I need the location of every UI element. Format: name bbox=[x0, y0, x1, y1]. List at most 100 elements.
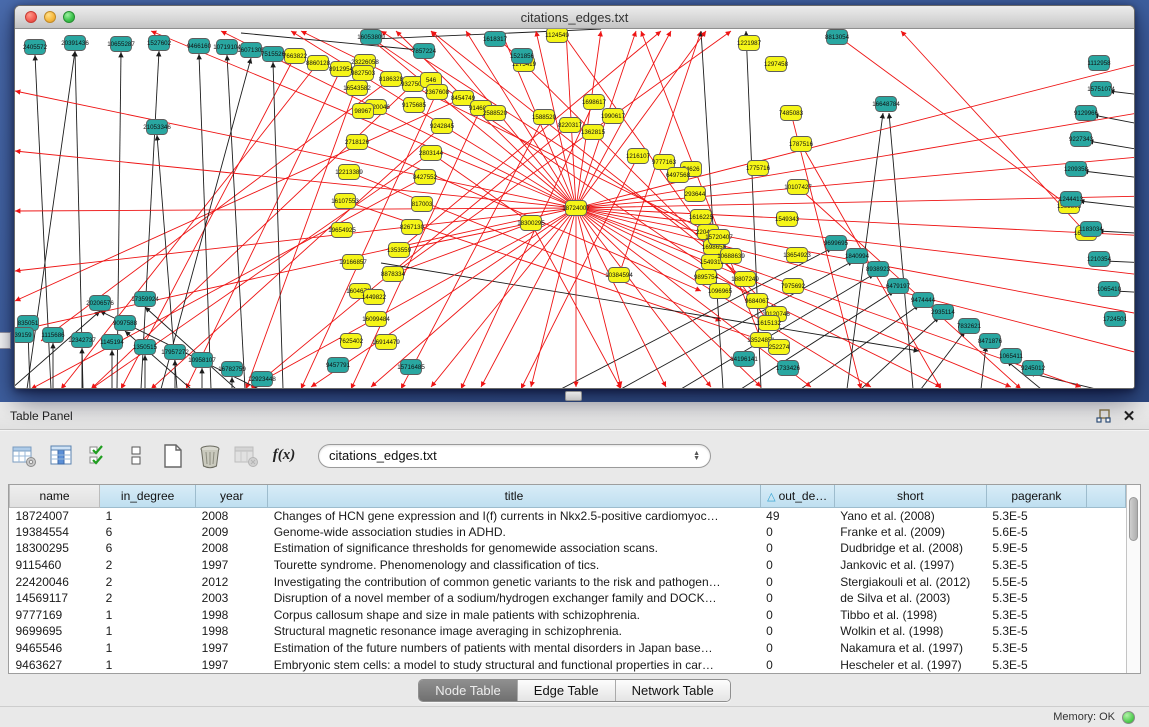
table-row[interactable]: 1938455462009Genome-wide association stu… bbox=[10, 524, 1126, 541]
zoom-window-button[interactable] bbox=[63, 11, 75, 23]
table-cell[interactable]: Estimation of the future numbers of pati… bbox=[268, 640, 760, 657]
table-cell[interactable]: 5.3E-5 bbox=[986, 640, 1086, 657]
table-cell[interactable]: 1998 bbox=[196, 623, 268, 640]
table-cell[interactable]: Genome-wide association studies in ADHD. bbox=[268, 524, 760, 541]
table-cell[interactable]: 9699695 bbox=[10, 623, 100, 640]
column-header-name[interactable]: name bbox=[10, 485, 100, 507]
table-cell[interactable]: 22420046 bbox=[10, 573, 100, 590]
table-cell[interactable]: Changes of HCN gene expression and I(f) … bbox=[268, 507, 760, 524]
table-cell[interactable]: 2003 bbox=[196, 590, 268, 607]
table-cell[interactable]: Franke et al. (2009) bbox=[834, 524, 986, 541]
select-all-rows-button[interactable] bbox=[84, 441, 114, 471]
table-cell[interactable]: 0 bbox=[760, 607, 834, 624]
function-builder-button[interactable]: f(x) bbox=[269, 441, 299, 471]
table-row[interactable]: 911546021997Tourette syndrome. Phenomeno… bbox=[10, 557, 1126, 574]
table-cell[interactable]: Tourette syndrome. Phenomenology and cla… bbox=[268, 557, 760, 574]
table-cell[interactable]: Tibbo et al. (1998) bbox=[834, 607, 986, 624]
table-cell[interactable]: 0 bbox=[760, 640, 834, 657]
table-cell[interactable]: Jankovic et al. (1997) bbox=[834, 557, 986, 574]
table-cell[interactable]: 6 bbox=[100, 540, 196, 557]
table-cell[interactable]: 1997 bbox=[196, 557, 268, 574]
table-cell[interactable]: 9115460 bbox=[10, 557, 100, 574]
table-cell[interactable]: 1998 bbox=[196, 607, 268, 624]
table-cell[interactable]: 2009 bbox=[196, 524, 268, 541]
close-window-button[interactable] bbox=[25, 11, 37, 23]
table-row[interactable]: 977716911998Corpus callosum shape and si… bbox=[10, 607, 1126, 624]
tab-edge-table[interactable]: Edge Table bbox=[517, 680, 615, 701]
table-cell[interactable]: de Silva et al. (2003) bbox=[834, 590, 986, 607]
delete-column-button[interactable] bbox=[232, 441, 262, 471]
table-cell[interactable]: 6 bbox=[100, 524, 196, 541]
table-cell[interactable]: 1 bbox=[100, 507, 196, 524]
show-column-button[interactable] bbox=[47, 441, 77, 471]
table-scrollbar[interactable] bbox=[1126, 485, 1140, 673]
table-cell[interactable]: 2012 bbox=[196, 573, 268, 590]
table-cell[interactable]: 9777169 bbox=[10, 607, 100, 624]
unselect-rows-button[interactable] bbox=[121, 441, 151, 471]
table-cell[interactable]: 0 bbox=[760, 540, 834, 557]
table-cell[interactable]: 2008 bbox=[196, 540, 268, 557]
table-cell[interactable]: 5.5E-5 bbox=[986, 573, 1086, 590]
table-cell[interactable]: 0 bbox=[760, 590, 834, 607]
table-cell[interactable]: 19384554 bbox=[10, 524, 100, 541]
table-cell[interactable]: 5.3E-5 bbox=[986, 656, 1086, 673]
column-header-pagerank[interactable]: pagerank bbox=[986, 485, 1086, 507]
table-cell[interactable]: Corpus callosum shape and size in male p… bbox=[268, 607, 760, 624]
table-cell[interactable]: Hescheler et al. (1997) bbox=[834, 656, 986, 673]
table-cell[interactable]: 1997 bbox=[196, 656, 268, 673]
table-cell[interactable]: 1 bbox=[100, 623, 196, 640]
table-row[interactable]: 1830029562008Estimation of significance … bbox=[10, 540, 1126, 557]
table-cell[interactable]: Stergiakouli et al. (2012) bbox=[834, 573, 986, 590]
table-cell[interactable]: 0 bbox=[760, 524, 834, 541]
column-header-year[interactable]: year bbox=[196, 485, 268, 507]
table-cell[interactable]: 5.3E-5 bbox=[986, 507, 1086, 524]
table-cell[interactable]: Investigating the contribution of common… bbox=[268, 573, 760, 590]
table-cell[interactable]: Estimation of significance thresholds fo… bbox=[268, 540, 760, 557]
table-cell[interactable]: Yano et al. (2008) bbox=[834, 507, 986, 524]
table-cell[interactable]: 18724007 bbox=[10, 507, 100, 524]
table-row[interactable]: 946362711997Embryonic stem cells: a mode… bbox=[10, 656, 1126, 673]
column-header-title[interactable]: title bbox=[268, 485, 760, 507]
table-cell[interactable]: 2 bbox=[100, 590, 196, 607]
table-cell[interactable]: 5.3E-5 bbox=[986, 557, 1086, 574]
table-cell[interactable]: Disruption of a novel member of a sodium… bbox=[268, 590, 760, 607]
tab-node-table[interactable]: Node Table bbox=[419, 680, 517, 701]
scrollbar-thumb[interactable] bbox=[1129, 497, 1138, 541]
new-table-button[interactable] bbox=[158, 441, 188, 471]
table-cell[interactable]: 2008 bbox=[196, 507, 268, 524]
float-panel-button[interactable] bbox=[1093, 406, 1113, 426]
table-cell[interactable]: 5.9E-5 bbox=[986, 540, 1086, 557]
table-cell[interactable]: Dudbridge et al. (2008) bbox=[834, 540, 986, 557]
table-cell[interactable]: Nakamura et al. (1997) bbox=[834, 640, 986, 657]
table-cell[interactable]: 14569117 bbox=[10, 590, 100, 607]
column-header-in_degree[interactable]: in_degree bbox=[100, 485, 196, 507]
table-cell[interactable]: 5.6E-5 bbox=[986, 524, 1086, 541]
tab-network-table[interactable]: Network Table bbox=[615, 680, 730, 701]
table-settings-button[interactable] bbox=[10, 441, 40, 471]
table-cell[interactable]: 0 bbox=[760, 573, 834, 590]
window-title-bar[interactable]: citations_edges.txt bbox=[15, 6, 1134, 29]
network-canvas[interactable]: 1872400718300295766382288601288912954232… bbox=[15, 29, 1134, 389]
table-cell[interactable]: 1 bbox=[100, 607, 196, 624]
table-cell[interactable]: 1 bbox=[100, 656, 196, 673]
delete-table-button[interactable] bbox=[195, 441, 225, 471]
table-cell[interactable]: 2 bbox=[100, 573, 196, 590]
table-cell[interactable]: 0 bbox=[760, 623, 834, 640]
table-cell[interactable]: 18300295 bbox=[10, 540, 100, 557]
table-cell[interactable]: 1 bbox=[100, 640, 196, 657]
table-cell[interactable]: 0 bbox=[760, 656, 834, 673]
minimize-window-button[interactable] bbox=[44, 11, 56, 23]
memory-ok-indicator[interactable] bbox=[1122, 711, 1135, 724]
table-cell[interactable]: 9463627 bbox=[10, 656, 100, 673]
table-cell[interactable]: Wolkin et al. (1998) bbox=[834, 623, 986, 640]
table-cell[interactable]: Embryonic stem cells: a model to study s… bbox=[268, 656, 760, 673]
table-cell[interactable]: 9465546 bbox=[10, 640, 100, 657]
table-cell[interactable]: 5.3E-5 bbox=[986, 590, 1086, 607]
close-panel-button[interactable]: ✕ bbox=[1119, 406, 1139, 426]
table-row[interactable]: 969969511998Structural magnetic resonanc… bbox=[10, 623, 1126, 640]
column-header-out_de[interactable]: △out_de… bbox=[760, 485, 834, 507]
column-header-short[interactable]: short bbox=[834, 485, 986, 507]
split-pane-grip[interactable] bbox=[565, 391, 582, 401]
table-cell[interactable]: Structural magnetic resonance image aver… bbox=[268, 623, 760, 640]
table-cell[interactable]: 49 bbox=[760, 507, 834, 524]
